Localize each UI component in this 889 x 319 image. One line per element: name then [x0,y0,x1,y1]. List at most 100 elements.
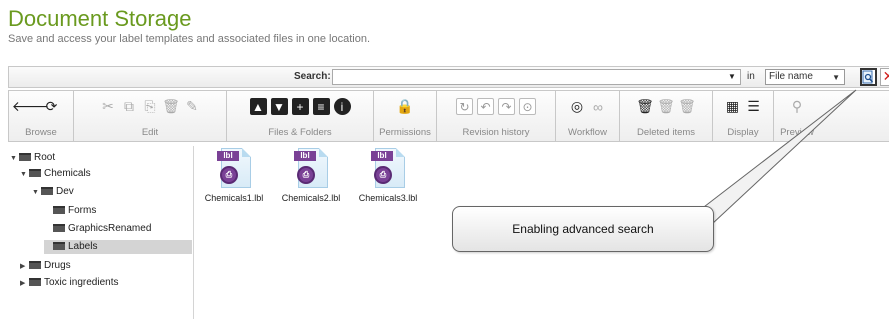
page-header: Document Storage Save and access your la… [8,6,370,45]
search-label: Search: [294,71,331,82]
lock-icon[interactable]: 🔒 [396,98,413,115]
callout-box: Enabling advanced search [452,206,714,252]
clear-search-button[interactable]: ✕ [880,68,889,86]
folder-icon [53,206,65,214]
tree-item-label: Labels [68,241,98,252]
rename-icon[interactable]: ✎ [184,98,201,115]
printer-badge-icon: ⎙ [297,166,315,184]
toolbar-group-workflow: ◎ ∞ Workflow [556,91,620,141]
toolbar-group-browse: 🡐 ⟳ Browse [9,91,74,141]
folder-icon [41,187,53,195]
tree-item-root[interactable]: ▼ Root [10,151,55,165]
file-item[interactable]: lbl ⎙ Chemicals1.lbl [199,148,269,203]
toolbar-group-label: Revision history [462,127,530,138]
page-title: Document Storage [8,6,192,31]
toolbar-group-label: Permissions [379,127,431,138]
folder-icon [29,169,41,177]
purge-icon[interactable]: 🗑 [678,98,696,115]
workflow-icon[interactable]: ◎ [569,98,586,115]
toolbar-group-label: Files & Folders [268,127,332,138]
search-scope-select[interactable]: File name ▼ [765,69,845,85]
file-type-tag: lbl [294,151,316,161]
expanded-triangle-icon[interactable]: ▼ [32,186,41,200]
file-name: Chemicals3.lbl [358,193,418,203]
search-input[interactable] [332,69,741,85]
collapsed-triangle-icon[interactable]: ▶ [20,277,29,291]
file-item[interactable]: lbl ⎙ Chemicals2.lbl [276,148,346,203]
tree-item-chemicals[interactable]: ▼ Chemicals [20,167,91,181]
revision-4-icon[interactable]: ⊙ [519,98,536,115]
printer-badge-icon: ⎙ [220,166,238,184]
tree-item-graphicsrenamed[interactable]: GraphicsRenamed [44,222,151,236]
toolbar: 🡐 ⟳ Browse ✂ ⧉ ⎘ 🗑 ✎ Edit ▲ ▼ + ≡ i File… [8,90,889,142]
toolbar-group-label: Display [727,127,759,138]
toolbar-group-label: Preview [780,127,814,138]
file-type-tag: lbl [371,151,393,161]
expanded-triangle-icon[interactable]: ▼ [10,152,19,166]
refresh-icon[interactable]: ⟳ [43,98,60,115]
tree-item-label: Toxic ingredients [44,277,119,288]
upload-icon[interactable]: ▲ [249,98,267,115]
cut-icon[interactable]: ✂ [100,98,117,115]
file-type-tag: lbl [217,151,239,161]
tree-item-label: Root [34,152,56,163]
copy-icon[interactable]: ⧉ [121,98,138,115]
chevron-down-icon: ▼ [832,73,840,82]
search-scope-value: File name [769,71,813,82]
folder-icon [19,153,31,161]
tree-item-labels[interactable]: Labels [44,240,192,254]
label-file-icon: lbl ⎙ [217,148,251,190]
restore-icon[interactable]: 🗑 [657,98,675,115]
download-icon[interactable]: ▼ [270,98,288,115]
back-arrow-icon[interactable]: 🡐 [12,98,50,115]
folder-icon [53,224,65,232]
expanded-triangle-icon[interactable]: ▼ [20,168,29,182]
paste-icon[interactable]: ⎘ [142,98,159,115]
list-view-icon[interactable]: ☰ [745,98,762,115]
label-file-icon: lbl ⎙ [371,148,405,190]
search-bar: Search: ▼ in File name ▼ ✕ [8,66,889,88]
toolbar-group-revision-history: ↻ ↶ ↷ ⊙ Revision history [437,91,556,141]
folder-tree: ▼ Root ▼ Chemicals ▼ Dev Forms GraphicsRena… [8,146,194,319]
close-icon: ✕ [882,68,889,84]
tree-item-label: Dev [56,186,74,197]
revision-2-icon[interactable]: ↶ [477,98,494,115]
toolbar-group-permissions: 🔒 Permissions [374,91,437,141]
file-item[interactable]: lbl ⎙ Chemicals3.lbl [353,148,423,203]
tree-item-label: GraphicsRenamed [68,223,152,234]
tree-item-label: Drugs [44,260,71,271]
printer-badge-icon: ⎙ [374,166,392,184]
label-file-icon: lbl ⎙ [294,148,328,190]
trash-icon[interactable]: 🗑 [636,98,654,115]
tree-item-drugs[interactable]: ▶ Drugs [20,259,71,273]
tree-item-dev[interactable]: ▼ Dev [32,185,74,199]
new-file-icon[interactable]: ≡ [312,98,330,115]
workflow-link-icon[interactable]: ∞ [590,98,607,115]
file-name: Chemicals1.lbl [204,193,264,203]
tree-item-forms[interactable]: Forms [44,204,96,218]
tree-item-toxic-ingredients[interactable]: ▶ Toxic ingredients [20,276,118,290]
toolbar-group-label: Browse [25,127,57,138]
advanced-search-icon [862,70,874,84]
revision-3-icon[interactable]: ↷ [498,98,515,115]
collapsed-triangle-icon[interactable]: ▶ [20,260,29,274]
search-history-dropdown-icon[interactable]: ▼ [728,72,736,81]
revision-1-icon[interactable]: ↻ [456,98,473,115]
grid-view-icon[interactable]: ▦ [724,98,741,115]
toolbar-group-deleted-items: 🗑 🗑 🗑 Deleted items [620,91,713,141]
tree-item-label: Forms [68,205,97,216]
info-icon[interactable]: i [333,98,351,115]
page-subtitle: Save and access your label templates and… [8,33,370,45]
advanced-search-button[interactable] [860,68,877,86]
toolbar-group-files-folders: ▲ ▼ + ≡ i Files & Folders [227,91,374,141]
toolbar-group-preview: ⚲ Preview [774,91,820,141]
preview-search-icon[interactable]: ⚲ [789,98,806,115]
toolbar-group-label: Workflow [568,127,607,138]
delete-icon[interactable]: 🗑 [162,98,180,115]
search-scope-label: in [747,71,755,82]
new-folder-icon[interactable]: + [291,98,309,115]
folder-icon [29,278,41,286]
callout-text: Enabling advanced search [512,222,654,236]
tree-item-label: Chemicals [44,168,91,179]
toolbar-group-edit: ✂ ⧉ ⎘ 🗑 ✎ Edit [74,91,227,141]
